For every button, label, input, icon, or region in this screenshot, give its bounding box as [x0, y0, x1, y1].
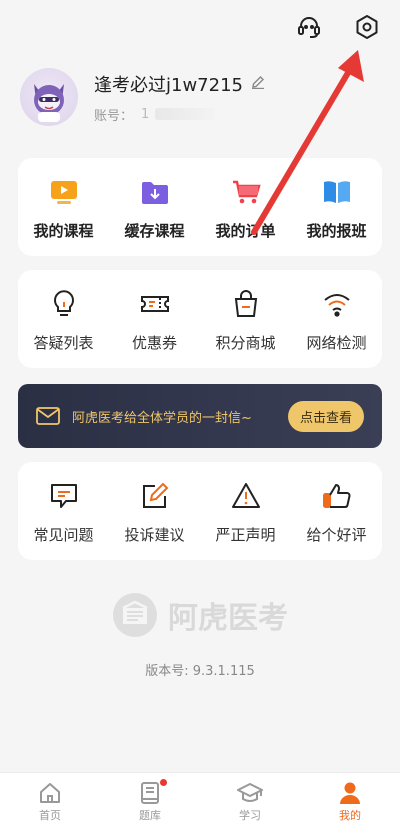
menu-item-label: 优惠券: [131, 333, 177, 352]
download-folder-icon: [137, 174, 173, 210]
menu-item-network-check[interactable]: 网络检测: [297, 286, 377, 353]
menu-item-my-classes[interactable]: 我的报班: [297, 174, 377, 241]
tab-label: 题库: [139, 808, 161, 822]
menu-item-label: 缓存课程: [124, 221, 185, 240]
book-icon: [319, 174, 355, 210]
cart-icon: [228, 174, 264, 210]
logo-icon: [113, 593, 157, 637]
menu-item-label: 积分商城: [215, 333, 276, 352]
menu-item-my-courses[interactable]: 我的课程: [24, 174, 104, 241]
wifi-icon: [319, 286, 355, 322]
tab-label: 学习: [239, 808, 261, 822]
app-logo-watermark: 阿虎医考: [112, 592, 288, 638]
lightbulb-icon: [46, 286, 82, 322]
account-label: 账号：: [94, 108, 134, 124]
warning-icon: [228, 478, 264, 514]
version-label: 版本号: 9.3.1.115: [145, 664, 255, 679]
avatar[interactable]: [20, 68, 78, 126]
menu-item-my-orders[interactable]: 我的订单: [206, 174, 286, 241]
menu-item-label: 我的报班: [306, 221, 367, 240]
letter-banner[interactable]: 阿虎医考给全体学员的一封信~ 点击查看: [18, 384, 382, 448]
menu-item-qa-list[interactable]: 答疑列表: [24, 286, 104, 353]
edit-icon: [137, 478, 173, 514]
menu-item-label: 我的课程: [33, 221, 94, 240]
shopping-bag-icon: [228, 286, 264, 322]
top-bar: [294, 12, 382, 42]
edit-pencil-icon[interactable]: [251, 73, 265, 94]
user-icon: [340, 782, 360, 804]
question-bank-icon: [141, 781, 159, 804]
chat-bubble-icon: [46, 478, 82, 514]
play-video-icon: [46, 174, 82, 210]
view-letter-button[interactable]: 点击查看: [287, 400, 364, 432]
menu-item-rate-us[interactable]: 给个好评: [297, 478, 377, 545]
settings-icon[interactable]: [352, 12, 382, 42]
home-icon: [40, 782, 60, 803]
menu-item-coupons[interactable]: 优惠券: [115, 286, 195, 353]
banner-message: 阿虎医考给全体学员的一封信~: [72, 410, 252, 426]
menu-item-faq[interactable]: 常见问题: [24, 478, 104, 545]
menu-item-label: 给个好评: [306, 525, 367, 544]
username-text: 逢考必过j1w7215: [94, 74, 243, 96]
menu-item-label: 我的订单: [215, 221, 276, 240]
menu-item-label: 常见问题: [33, 525, 94, 544]
notification-dot: [160, 778, 167, 786]
logo-text: 阿虎医考: [168, 601, 288, 636]
tab-label: 首页: [39, 808, 61, 822]
menu-item-cached-courses[interactable]: 缓存课程: [115, 174, 195, 241]
help-menu-card: 常见问题 投诉建议 严正声明 给个好评: [18, 462, 382, 560]
account-prefix: 1: [141, 106, 150, 122]
tab-question-bank[interactable]: 题库: [110, 778, 190, 823]
menu-item-points-mall[interactable]: 积分商城: [206, 286, 286, 353]
bottom-tab-bar: 首页 题库 学习 我的: [0, 772, 400, 830]
menu-item-label: 网络检测: [306, 333, 367, 352]
coupon-icon: [137, 286, 173, 322]
tab-home[interactable]: 首页: [10, 781, 90, 823]
tab-label: 我的: [339, 808, 361, 822]
menu-item-complaints[interactable]: 投诉建议: [115, 478, 195, 545]
thumbs-up-icon: [319, 478, 355, 514]
graduation-cap-icon: [237, 782, 263, 802]
menu-item-label: 投诉建议: [124, 525, 185, 544]
mail-icon: [36, 406, 62, 426]
tab-study[interactable]: 学习: [210, 781, 290, 823]
menu-item-label: 答疑列表: [33, 333, 94, 352]
menu-item-statement[interactable]: 严正声明: [206, 478, 286, 545]
profile-section[interactable]: 逢考必过j1w7215 账号： 1: [20, 68, 265, 126]
account-number: 账号： 1: [94, 105, 265, 124]
headset-icon[interactable]: [294, 12, 324, 42]
username: 逢考必过j1w7215: [94, 71, 265, 97]
menu-item-label: 严正声明: [215, 525, 276, 544]
tab-mine[interactable]: 我的: [310, 781, 390, 823]
account-masked: [155, 108, 216, 120]
tools-menu-card: 答疑列表 优惠券 积分商城 网络检测: [18, 270, 382, 368]
main-menu-card: 我的课程 缓存课程 我的订单 我的报班: [18, 158, 382, 256]
